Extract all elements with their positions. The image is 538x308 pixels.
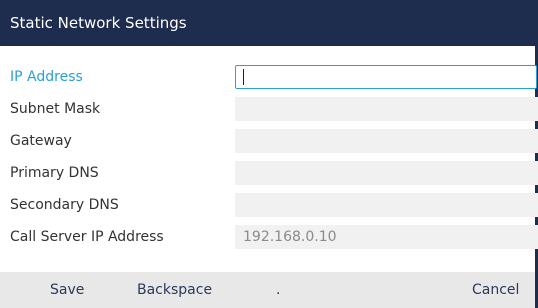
network-settings-screen: Static Network Settings IP Address Subne… <box>0 0 538 308</box>
secondary-dns-row: Secondary DNS <box>0 193 538 217</box>
backspace-softkey[interactable]: Backspace <box>137 281 212 299</box>
ip-address-label: IP Address <box>10 69 83 85</box>
cancel-softkey[interactable]: Cancel <box>472 281 519 299</box>
secondary-dns-label: Secondary DNS <box>10 197 119 213</box>
subnet-mask-label: Subnet Mask <box>10 101 101 117</box>
save-softkey[interactable]: Save <box>50 281 84 299</box>
primary-dns-row: Primary DNS <box>0 161 538 185</box>
call-server-label: Call Server IP Address <box>10 229 164 245</box>
call-server-input[interactable]: 192.168.0.10 <box>235 225 538 249</box>
gateway-input[interactable] <box>235 129 538 153</box>
page-title: Static Network Settings <box>10 14 187 32</box>
primary-dns-label: Primary DNS <box>10 165 99 181</box>
ip-address-row: IP Address <box>0 65 537 89</box>
softkey-bar: Save Backspace . Cancel <box>0 272 535 308</box>
primary-dns-input[interactable] <box>235 161 538 185</box>
text-cursor <box>243 69 244 85</box>
settings-form: IP Address Subnet Mask Gateway Primary D… <box>0 46 538 272</box>
gateway-row: Gateway <box>0 129 538 153</box>
subnet-mask-row: Subnet Mask <box>0 97 538 121</box>
ip-address-input[interactable] <box>235 65 537 89</box>
call-server-row: Call Server IP Address 192.168.0.10 <box>0 225 538 249</box>
call-server-value: 192.168.0.10 <box>243 229 337 245</box>
subnet-mask-input[interactable] <box>235 97 538 121</box>
dot-softkey[interactable]: . <box>276 281 280 299</box>
secondary-dns-input[interactable] <box>235 193 538 217</box>
title-bar: Static Network Settings <box>0 0 535 46</box>
gateway-label: Gateway <box>10 133 72 149</box>
